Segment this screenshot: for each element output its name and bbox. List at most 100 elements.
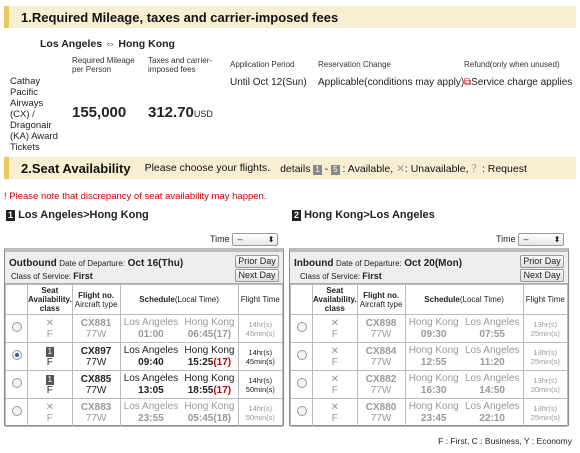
flight-radio bbox=[296, 406, 307, 416]
inbound-label: Inbound bbox=[294, 258, 334, 269]
flight-row[interactable]: 1 F CX885 77W Los Angeles 13:05 Hong Kong 18:55… bbox=[5, 370, 284, 399]
schedule-cell: Los Angeles 01:00 Hong Kong 06:45(17) bbox=[119, 314, 239, 343]
schedule-cell: Hong Kong 12:55 Los Angeles 11:20 bbox=[404, 342, 524, 371]
origin-city: Los Angeles bbox=[123, 372, 179, 384]
origin-city: Los Angeles bbox=[123, 400, 179, 412]
request-label: : Request bbox=[481, 162, 527, 175]
choose-prompt: Please choose your flights. bbox=[144, 162, 271, 174]
discrepancy-warning: ! Please note that discrepancy of seat a… bbox=[4, 191, 267, 202]
schedule-cell: Hong Kong 09:30 Los Angeles 07:55 bbox=[404, 314, 524, 343]
flight-minutes: 50min(s) bbox=[245, 412, 275, 422]
award-mileage: 155,000 bbox=[72, 104, 127, 121]
origin-city: Hong Kong bbox=[408, 344, 459, 356]
class-code: F bbox=[46, 356, 53, 368]
class-code: F bbox=[331, 356, 338, 368]
origin-city: Hong Kong bbox=[408, 400, 459, 412]
next-day-button[interactable]: Next Day bbox=[235, 269, 279, 282]
section-1-title: Required Mileage, taxes and carrier-impo… bbox=[31, 9, 339, 25]
arrival-time: 06:45 bbox=[187, 328, 214, 340]
route-to: Hong Kong bbox=[118, 38, 175, 50]
arrival-day: (17) bbox=[213, 384, 232, 396]
col-reservation: Reservation Change bbox=[318, 60, 391, 69]
prior-day-button[interactable]: Prior Day bbox=[235, 255, 279, 268]
refund-link[interactable]: Service charge applies bbox=[471, 77, 572, 88]
arrival-time: 22:10 bbox=[479, 412, 505, 424]
flight-row: ✕ F CX884 77W Hong Kong 12:55 Los Angeles 11:20… bbox=[290, 342, 569, 371]
outbound-panel: Outbound Date of Departure: Oct 16(Thu) … bbox=[4, 248, 284, 427]
flight-cell: CX885 77W bbox=[71, 370, 121, 399]
conditions-link[interactable]: (conditions may apply) bbox=[364, 77, 464, 88]
col-application: Application Period bbox=[230, 60, 295, 69]
availability-badge: 1 bbox=[45, 346, 55, 357]
class-code: F bbox=[331, 412, 338, 424]
range-end-badge: 5 bbox=[331, 164, 340, 175]
class-legend: F : First, C : Business, Y : Economy bbox=[438, 436, 572, 446]
flight-minutes: 25min(s) bbox=[530, 356, 560, 366]
flight-cell: CX882 77W bbox=[356, 370, 406, 399]
flight-time-cell: 14hr(s) 50min(s) bbox=[237, 370, 284, 399]
flight-radio[interactable] bbox=[11, 350, 22, 360]
seat-availability-cell: ✕ F bbox=[312, 398, 358, 427]
leg-2-time-filter: Time – bbox=[496, 233, 565, 246]
schedule-cell: Los Angeles 09:40 Hong Kong 15:25(17) bbox=[119, 342, 239, 371]
aircraft-type: 77W bbox=[370, 412, 392, 424]
seat-header: Seat Availability. class bbox=[27, 284, 73, 315]
flight-row: ✕ F CX882 77W Hong Kong 16:30 Los Angeles 14:50… bbox=[290, 370, 569, 399]
flight-time-cell: 14hr(s) 45min(s) bbox=[237, 342, 284, 371]
flight-header-label: Flight no. bbox=[363, 290, 400, 300]
flight-header-label: Flight no. bbox=[78, 290, 115, 300]
schedule-cell: Hong Kong 23:45 Los Angeles 22:10 bbox=[404, 398, 524, 427]
flight-row: ✕ F CX880 77W Hong Kong 23:45 Los Angeles 22:10… bbox=[290, 398, 569, 427]
inbound-table: Seat Availability. class Flight no. Aircr… bbox=[290, 284, 569, 427]
flight-hours: 13hr(s) bbox=[533, 319, 558, 329]
next-day-button[interactable]: Next Day bbox=[520, 269, 564, 282]
departure-time: 23:45 bbox=[420, 412, 447, 424]
seat-availability-cell: 1F bbox=[27, 342, 73, 371]
departure-time: 23:55 bbox=[138, 412, 164, 424]
departure-time: 16:30 bbox=[420, 384, 447, 396]
flight-time-header: Flight Time bbox=[237, 284, 284, 315]
aircraft-type: 77W bbox=[85, 356, 107, 368]
award-name: Cathay Pacific Airways (CX) / Dragonair … bbox=[10, 76, 58, 153]
flight-number: CX882 bbox=[365, 373, 397, 385]
departure-time: 01:00 bbox=[138, 328, 164, 340]
outbound-label: Outbound bbox=[9, 258, 57, 269]
table-header: Seat Availability. class Flight no. Aircr… bbox=[290, 284, 569, 315]
prior-day-button[interactable]: Prior Day bbox=[520, 255, 564, 268]
leg-1-number: 1 bbox=[6, 210, 16, 221]
aircraft-type: 77W bbox=[370, 356, 392, 368]
time-select[interactable]: – bbox=[518, 233, 565, 246]
outbound-date-line: Outbound Date of Departure: Oct 16(Thu) bbox=[9, 258, 183, 269]
arrival-time: 14:50 bbox=[479, 384, 505, 396]
route-title: Los Angeles ⇔ Hong Kong bbox=[40, 38, 175, 50]
schedule-cell: Hong Kong 16:30 Los Angeles 14:50 bbox=[404, 370, 524, 399]
select-cell bbox=[5, 314, 28, 343]
leg-2-route: Hong Kong>Los Angeles bbox=[304, 209, 435, 221]
flight-radio bbox=[296, 322, 307, 332]
destination-city: Hong Kong bbox=[184, 316, 235, 328]
col-taxes: Taxes and carrier-imposed fees bbox=[148, 56, 213, 74]
aircraft-type: 77W bbox=[85, 328, 107, 340]
flight-radio[interactable] bbox=[11, 378, 22, 388]
time-select[interactable]: – bbox=[232, 233, 279, 246]
arrival-time: 05:45 bbox=[187, 412, 214, 424]
aircraft-type: 77W bbox=[85, 412, 107, 424]
class-code: F bbox=[46, 412, 53, 424]
flight-number: CX881 bbox=[80, 317, 112, 329]
schedule-header-label: Schedule bbox=[139, 295, 175, 304]
flight-row: ✕ F CX881 77W Los Angeles 01:00 Hong Kong 06:45… bbox=[5, 314, 284, 343]
departure-time: 12:55 bbox=[420, 356, 447, 368]
arrival-day: (17) bbox=[213, 356, 232, 368]
departure-time: 09:40 bbox=[138, 356, 164, 368]
local-time-label: (Local Time) bbox=[459, 295, 504, 304]
arrival-time: 11:20 bbox=[479, 356, 505, 368]
flight-row[interactable]: 1 F CX897 77W Los Angeles 09:40 Hong Kong 15:25… bbox=[5, 342, 284, 371]
departure-time: 09:30 bbox=[420, 328, 447, 340]
flight-radio bbox=[11, 322, 22, 332]
flight-cell: CX880 77W bbox=[356, 398, 406, 427]
select-cell bbox=[5, 398, 28, 427]
flight-time-cell: 13hr(s) 25min(s) bbox=[522, 398, 569, 427]
seat-availability-cell: 1F bbox=[27, 370, 73, 399]
select-cell bbox=[5, 342, 28, 371]
application-period: Until Oct 12(Sun) bbox=[230, 77, 307, 88]
